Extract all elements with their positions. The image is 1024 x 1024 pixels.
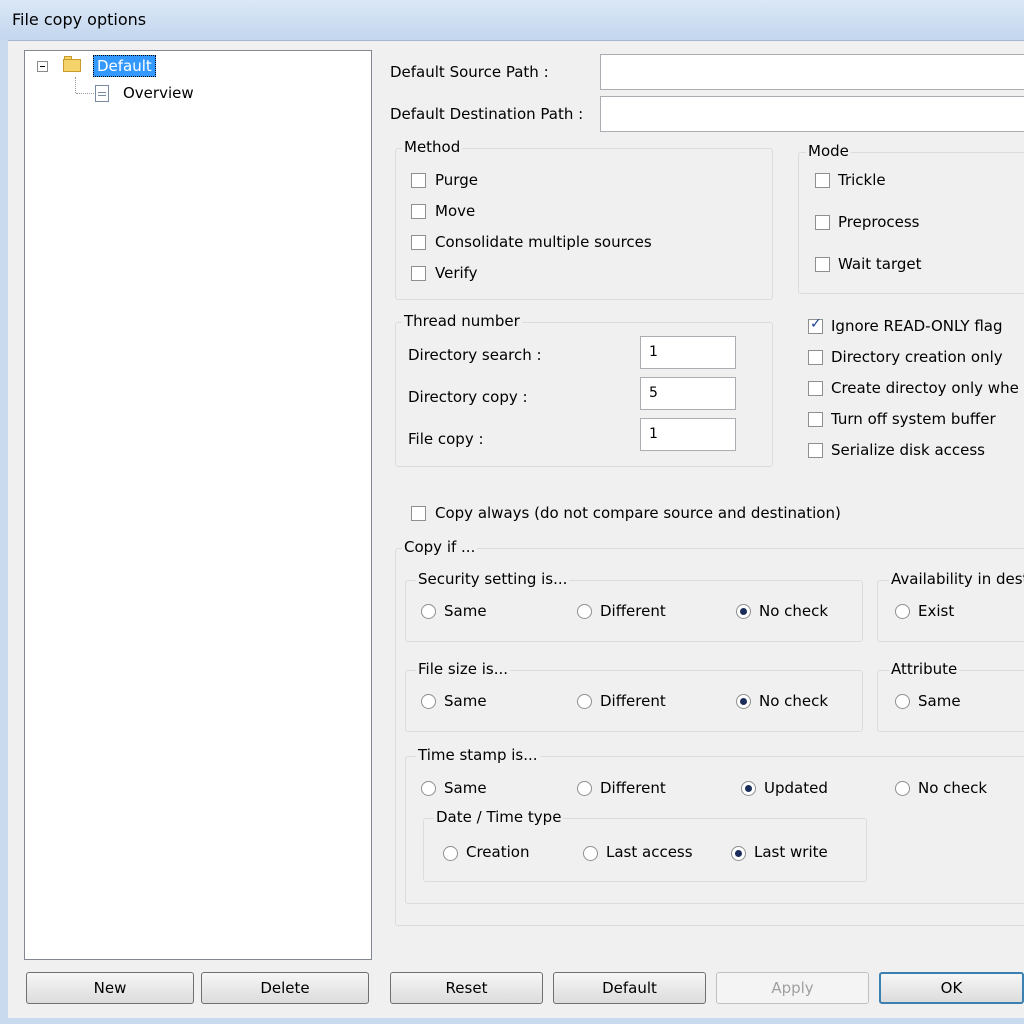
timestamp-updated-radio[interactable] xyxy=(741,781,756,796)
attribute-group-title: Attribute xyxy=(889,660,960,678)
mode-group-title: Mode xyxy=(806,142,851,160)
filesize-same-radio[interactable] xyxy=(421,694,436,709)
directory-creation-only-checkbox[interactable] xyxy=(808,350,823,365)
trickle-checkbox[interactable] xyxy=(815,173,830,188)
create-directory-only-checkbox[interactable] xyxy=(808,381,823,396)
source-path-label: Default Source Path : xyxy=(390,63,549,81)
new-button[interactable]: New xyxy=(26,972,194,1004)
filesize-same-label[interactable]: Same xyxy=(444,692,487,710)
collapse-icon[interactable] xyxy=(37,61,48,72)
timestamp-updated-label[interactable]: Updated xyxy=(764,779,828,797)
turn-off-buffer-label[interactable]: Turn off system buffer xyxy=(831,410,996,428)
timestamp-different-radio[interactable] xyxy=(577,781,592,796)
window-frame-left xyxy=(0,40,8,1024)
tree-item-overview[interactable]: Overview xyxy=(123,84,194,102)
purge-checkbox[interactable] xyxy=(411,173,426,188)
title-bar: File copy options xyxy=(0,0,1024,41)
turn-off-buffer-checkbox[interactable] xyxy=(808,412,823,427)
apply-button[interactable]: Apply xyxy=(716,972,869,1004)
availability-exist-label[interactable]: Exist xyxy=(918,602,954,620)
serialize-disk-checkbox[interactable] xyxy=(808,443,823,458)
trickle-label[interactable]: Trickle xyxy=(838,171,886,189)
reset-button[interactable]: Reset xyxy=(390,972,543,1004)
consolidate-checkbox[interactable] xyxy=(411,235,426,250)
method-group-title: Method xyxy=(402,138,463,156)
tree-connector xyxy=(76,93,94,95)
directory-search-label: Directory search : xyxy=(408,346,542,364)
timestamp-group-title: Time stamp is... xyxy=(416,746,540,764)
filesize-nocheck-label[interactable]: No check xyxy=(759,692,828,710)
attribute-same-label[interactable]: Same xyxy=(918,692,961,710)
verify-checkbox[interactable] xyxy=(411,266,426,281)
preprocess-label[interactable]: Preprocess xyxy=(838,213,920,231)
directory-copy-input[interactable]: 5 xyxy=(640,377,736,410)
security-group-title: Security setting is... xyxy=(416,570,570,588)
copy-always-checkbox[interactable] xyxy=(411,506,426,521)
thread-number-group-title: Thread number xyxy=(402,312,522,330)
ignore-readonly-label[interactable]: Ignore READ-ONLY flag xyxy=(831,317,1003,335)
timestamp-same-radio[interactable] xyxy=(421,781,436,796)
datetype-creation-label[interactable]: Creation xyxy=(466,843,529,861)
timestamp-different-label[interactable]: Different xyxy=(600,779,666,797)
filesize-nocheck-radio[interactable] xyxy=(736,694,751,709)
file-copy-input[interactable]: 1 xyxy=(640,418,736,451)
availability-group-title: Availability in dest xyxy=(889,570,1024,588)
datetype-last-access-label[interactable]: Last access xyxy=(606,843,693,861)
folder-icon xyxy=(63,56,81,72)
file-copy-label: File copy : xyxy=(408,430,484,448)
datetype-last-write-label[interactable]: Last write xyxy=(754,843,828,861)
source-path-input[interactable] xyxy=(600,54,1024,90)
verify-label[interactable]: Verify xyxy=(435,264,478,282)
default-button[interactable]: Default xyxy=(553,972,706,1004)
consolidate-label[interactable]: Consolidate multiple sources xyxy=(435,233,652,251)
destination-path-input[interactable] xyxy=(600,96,1024,132)
filesize-different-label[interactable]: Different xyxy=(600,692,666,710)
directory-creation-only-label[interactable]: Directory creation only xyxy=(831,348,1003,366)
attribute-same-radio[interactable] xyxy=(895,694,910,709)
timestamp-nocheck-radio[interactable] xyxy=(895,781,910,796)
datetype-last-write-radio[interactable] xyxy=(731,846,746,861)
copy-if-group-title: Copy if ... xyxy=(402,538,478,556)
wait-target-checkbox[interactable] xyxy=(815,257,830,272)
profile-tree[interactable]: Default Overview xyxy=(24,50,372,960)
window-frame-bottom xyxy=(0,1018,1024,1024)
create-directory-only-label[interactable]: Create directoy only whe xyxy=(831,379,1024,397)
datetype-last-access-radio[interactable] xyxy=(583,846,598,861)
security-different-label[interactable]: Different xyxy=(600,602,666,620)
copy-always-label[interactable]: Copy always (do not compare source and d… xyxy=(435,504,841,522)
serialize-disk-label[interactable]: Serialize disk access xyxy=(831,441,985,459)
tree-item-default[interactable]: Default xyxy=(93,55,156,77)
move-checkbox[interactable] xyxy=(411,204,426,219)
document-icon xyxy=(95,85,109,102)
file-size-group-title: File size is... xyxy=(416,660,511,678)
security-same-radio[interactable] xyxy=(421,604,436,619)
security-different-radio[interactable] xyxy=(577,604,592,619)
availability-exist-radio[interactable] xyxy=(895,604,910,619)
security-same-label[interactable]: Same xyxy=(444,602,487,620)
timestamp-same-label[interactable]: Same xyxy=(444,779,487,797)
security-nocheck-radio[interactable] xyxy=(736,604,751,619)
move-label[interactable]: Move xyxy=(435,202,475,220)
tree-connector xyxy=(75,77,77,93)
ok-button[interactable]: OK xyxy=(879,972,1024,1004)
date-time-type-group-title: Date / Time type xyxy=(434,808,564,826)
directory-search-input[interactable]: 1 xyxy=(640,336,736,369)
directory-copy-label: Directory copy : xyxy=(408,388,528,406)
window-title: File copy options xyxy=(12,10,147,29)
timestamp-nocheck-label[interactable]: No check xyxy=(918,779,987,797)
delete-button[interactable]: Delete xyxy=(201,972,369,1004)
destination-path-label: Default Destination Path : xyxy=(390,105,584,123)
security-nocheck-label[interactable]: No check xyxy=(759,602,828,620)
preprocess-checkbox[interactable] xyxy=(815,215,830,230)
filesize-different-radio[interactable] xyxy=(577,694,592,709)
purge-label[interactable]: Purge xyxy=(435,171,478,189)
datetype-creation-radio[interactable] xyxy=(443,846,458,861)
wait-target-label[interactable]: Wait target xyxy=(838,255,922,273)
ignore-readonly-checkbox[interactable] xyxy=(808,316,823,334)
